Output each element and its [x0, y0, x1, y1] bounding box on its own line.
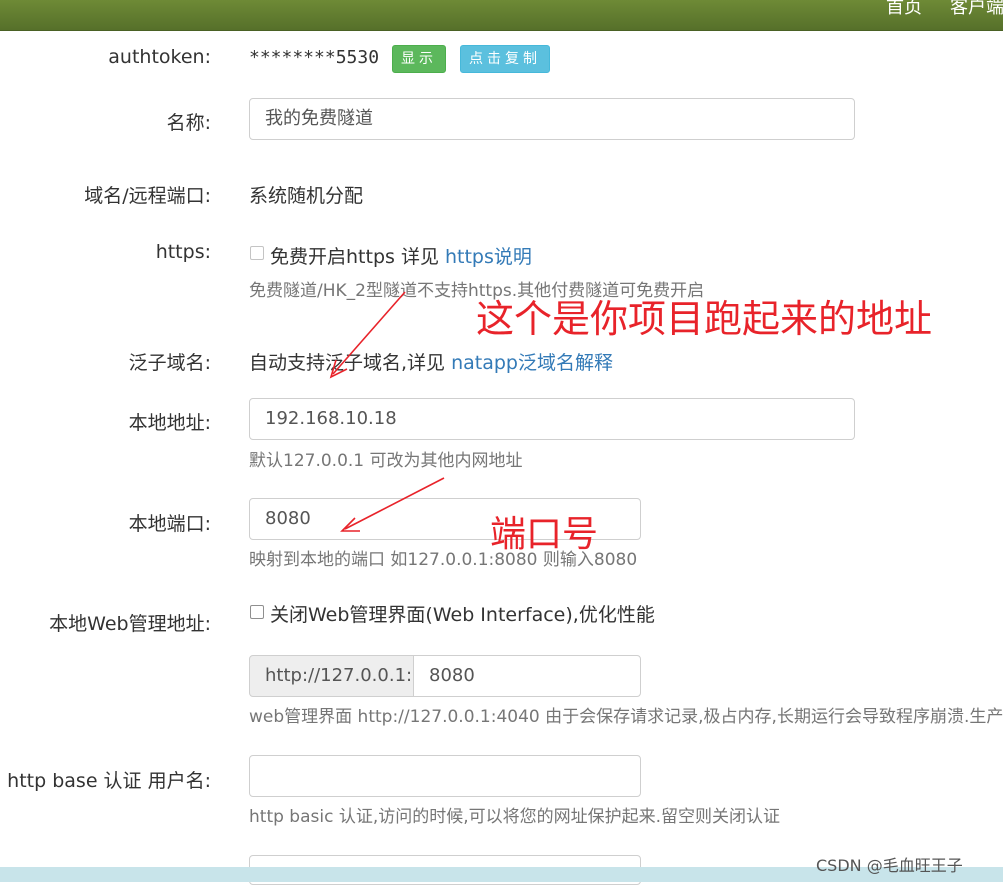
port-arrow-head: [340, 517, 360, 532]
port-annotation: 端口号: [490, 514, 599, 555]
address-arrow-line: [332, 291, 406, 375]
csdn-watermark: CSDN @毛血旺王子: [816, 856, 963, 875]
port-arrow-line: [344, 477, 445, 530]
address-annotation: 这个是你项目跑起来的地址: [476, 297, 933, 341]
address-arrow-head: [329, 359, 348, 379]
annotation-arrows: [329, 291, 445, 532]
